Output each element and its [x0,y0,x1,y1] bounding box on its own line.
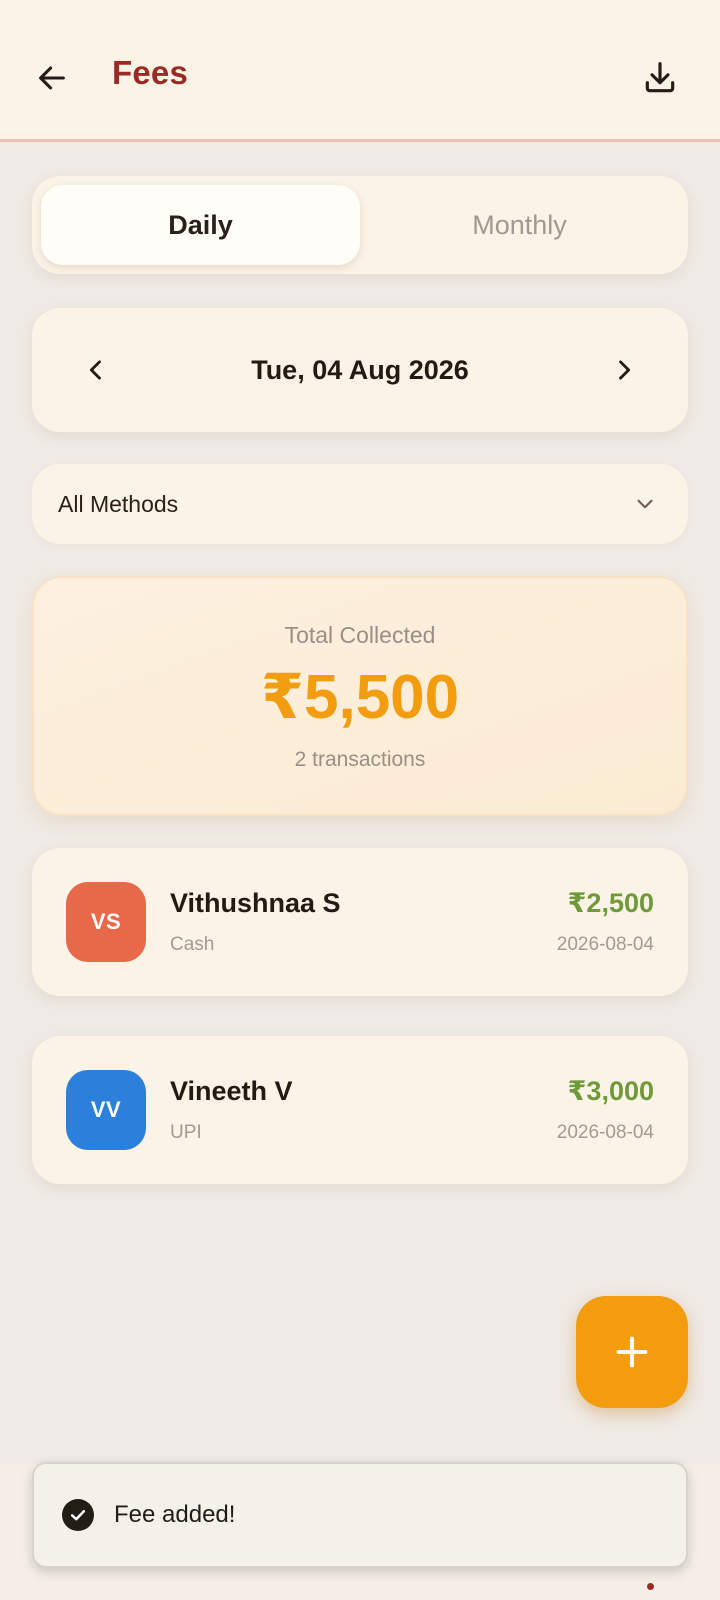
back-button[interactable] [30,56,74,100]
period-tabs: Daily Monthly [32,176,688,274]
snackbar-message: Fee added! [114,1501,236,1528]
page-title: Fees [112,54,189,91]
download-icon [645,62,675,93]
chevron-down-icon [637,499,653,509]
app-bar: Fees [0,0,720,142]
tab-daily[interactable]: Daily [41,185,360,265]
next-date-button[interactable] [600,346,648,394]
avatar: VV [66,1070,146,1150]
arrow-left-icon [39,66,65,90]
fee-amount: ₹3,000 [567,1076,654,1106]
student-name: Vithushnaa S [170,888,341,918]
fee-date: 2026-08-04 [556,1122,654,1143]
transaction-item[interactable]: VS Vithushnaa S Cash ₹2,500 2026-08-04 [32,848,688,996]
payment-method-value: All Methods [58,490,179,517]
total-collected-card: Total Collected ₹5,500 2 transactions [32,576,688,816]
student-name: Vineeth V [170,1076,293,1106]
payment-method: Cash [170,934,215,955]
payment-method-dropdown[interactable]: All Methods [32,464,688,544]
previous-date-button[interactable] [72,346,120,394]
date-navigator: Tue, 04 Aug 2026 [32,308,688,432]
plus-icon [616,1336,648,1368]
tab-monthly[interactable]: Monthly [360,185,679,265]
add-fee-button[interactable] [576,1296,688,1408]
chevron-left-icon [89,360,101,380]
fee-amount: ₹2,500 [567,888,654,918]
avatar: VS [66,882,146,962]
total-collected-amount: ₹5,500 [260,663,460,732]
page-indicator-dot [647,1583,654,1590]
total-collected-label: Total Collected [284,622,436,648]
check-circle-icon [62,1499,94,1531]
transaction-count: 2 transactions [294,748,426,771]
payment-method: UPI [170,1122,202,1143]
transaction-item[interactable]: VV Vineeth V UPI ₹3,000 2026-08-04 [32,1036,688,1184]
download-button[interactable] [636,54,684,102]
selected-date: Tue, 04 Aug 2026 [251,354,469,385]
snackbar: Fee added! [32,1462,688,1568]
fee-date: 2026-08-04 [556,934,654,955]
chevron-right-icon [619,360,631,380]
